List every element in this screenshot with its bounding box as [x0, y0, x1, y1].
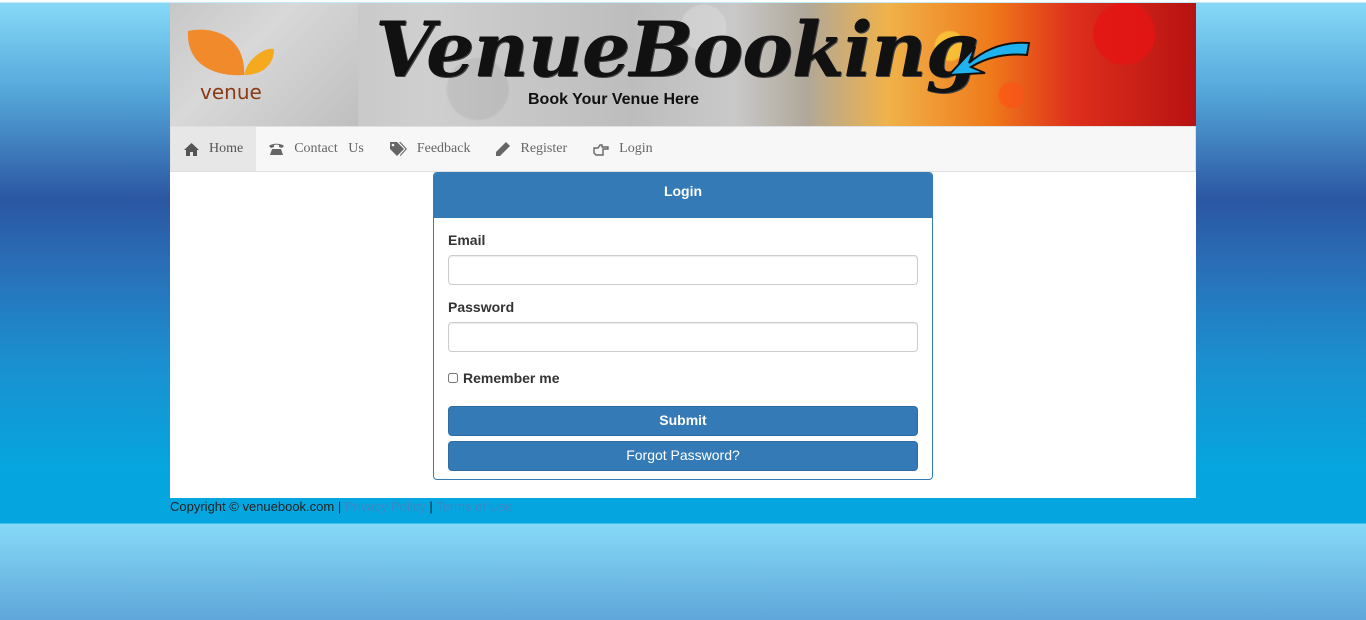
arrow-icon — [946, 41, 1031, 77]
login-panel: Login Email Password Remember me Submit … — [433, 172, 933, 480]
email-field[interactable] — [448, 255, 918, 285]
nav-home-label: Home — [209, 141, 244, 156]
leaf-logo-icon — [187, 29, 274, 76]
logo-text: venue — [200, 80, 262, 104]
nav-feedback-label: Feedback — [416, 141, 471, 156]
home-icon — [184, 142, 199, 156]
footer: Copyright © venuebook.com | Privacy Poli… — [170, 499, 513, 514]
tags-icon — [389, 142, 407, 156]
terms-of-use-link[interactable]: Terms of Use — [436, 499, 513, 514]
header-banner: venue VenueBooking Book Your Venue Here — [170, 3, 1196, 126]
nav-feedback[interactable]: Feedback — [377, 127, 484, 171]
login-form: Email Password Remember me Submit Forgot… — [434, 218, 932, 471]
footer-separator: | — [425, 499, 437, 514]
nav-contact-label: Contact Us — [294, 141, 364, 156]
phone-icon — [269, 143, 285, 155]
brand-title: VenueBooking — [375, 5, 979, 94]
nav-login[interactable]: Login — [580, 127, 665, 171]
footer-copyright: Copyright © venuebook.com | — [170, 499, 345, 514]
hand-point-icon — [593, 143, 609, 156]
main-navbar: Home Contact Us Feedback Register Login — [170, 126, 1196, 172]
submit-button[interactable]: Submit — [448, 406, 918, 436]
nav-home[interactable]: Home — [171, 127, 257, 171]
page-container: venue VenueBooking Book Your Venue Here … — [170, 3, 1196, 498]
remember-me-row: Remember me — [448, 370, 918, 386]
privacy-policy-link[interactable]: Privacy Policy — [345, 499, 426, 514]
nav-register[interactable]: Register — [483, 127, 580, 171]
venue-logo[interactable]: venue — [170, 3, 358, 126]
pencil-icon — [496, 142, 511, 156]
brand-subtitle: Book Your Venue Here — [528, 91, 700, 108]
nav-login-label: Login — [619, 141, 653, 156]
forgot-password-button[interactable]: Forgot Password? — [448, 441, 918, 471]
password-label: Password — [448, 299, 515, 315]
nav-contact-us[interactable]: Contact Us — [256, 127, 377, 171]
login-heading: Login — [434, 173, 932, 218]
email-label: Email — [448, 232, 486, 248]
main-content: Login Email Password Remember me Submit … — [170, 172, 1196, 498]
password-field[interactable] — [448, 322, 918, 352]
nav-register-label: Register — [520, 141, 568, 156]
remember-me-label: Remember me — [463, 370, 560, 386]
remember-me-checkbox[interactable] — [448, 373, 458, 383]
